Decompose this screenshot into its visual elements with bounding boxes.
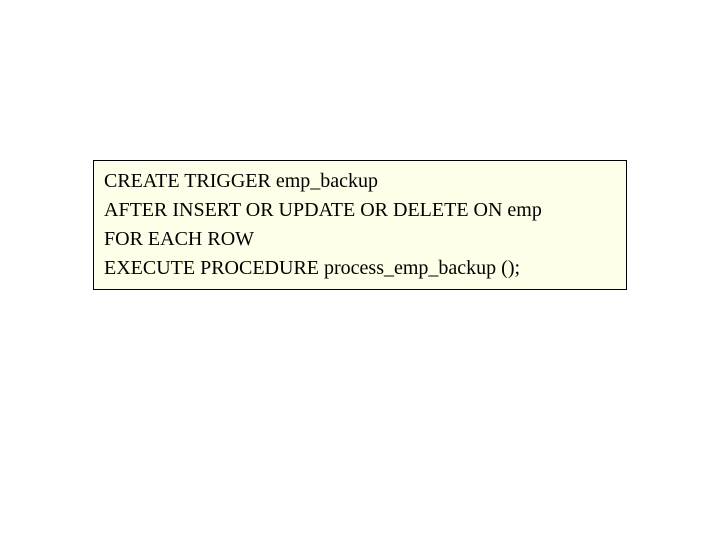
code-line-1: CREATE TRIGGER emp_backup [104,167,616,196]
sql-code-box: CREATE TRIGGER emp_backup AFTER INSERT O… [93,160,627,290]
code-line-3: FOR EACH ROW [104,225,616,254]
code-line-2: AFTER INSERT OR UPDATE OR DELETE ON emp [104,196,616,225]
code-line-4: EXECUTE PROCEDURE process_emp_backup (); [104,254,616,283]
